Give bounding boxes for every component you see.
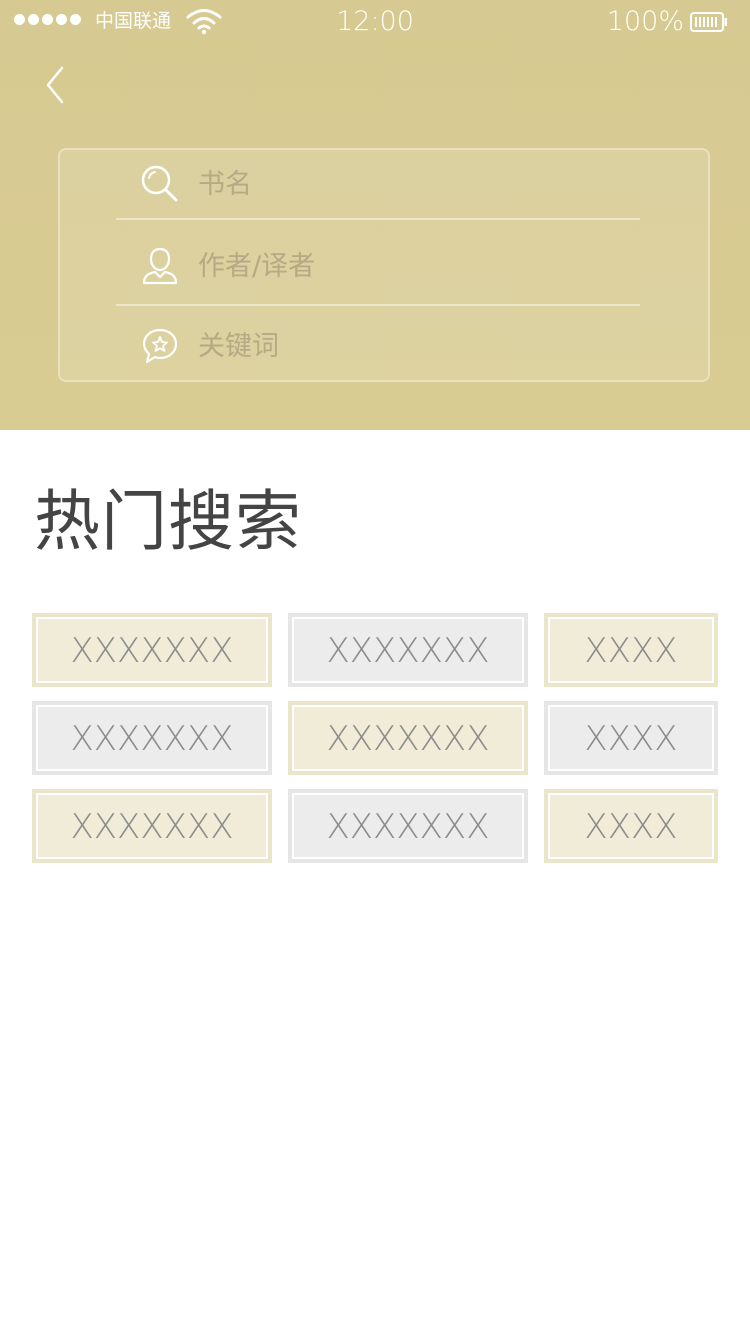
hot-search-tag[interactable]: XXXX bbox=[544, 701, 718, 775]
header: 中国联通 12:00 100% bbox=[0, 0, 750, 430]
search-form bbox=[58, 148, 710, 382]
keyword-search-row[interactable] bbox=[116, 306, 640, 386]
tag-label: XXXXXXX bbox=[70, 719, 234, 759]
hot-search-tag[interactable]: XXXX bbox=[544, 613, 718, 687]
hot-search-tag[interactable]: XXXXXXX bbox=[288, 701, 528, 775]
tag-label: XXXX bbox=[584, 807, 678, 847]
tag-label: XXXXXXX bbox=[326, 631, 490, 671]
battery-percentage: 100% bbox=[606, 6, 684, 37]
chat-star-icon bbox=[138, 324, 182, 368]
hot-search-tag[interactable]: XXXXXXX bbox=[288, 789, 528, 863]
title-search-row[interactable] bbox=[116, 144, 640, 224]
hot-search-tag[interactable]: XXXXXXX bbox=[32, 701, 272, 775]
person-icon bbox=[138, 244, 182, 288]
hot-search-tag[interactable]: XXXXXXX bbox=[32, 613, 272, 687]
tag-label: XXXXXXX bbox=[70, 807, 234, 847]
book-title-input[interactable] bbox=[198, 168, 640, 200]
field-divider bbox=[116, 218, 640, 220]
chevron-left-icon[interactable] bbox=[40, 64, 70, 106]
keyword-input[interactable] bbox=[198, 330, 640, 362]
hot-search-tag[interactable]: XXXX bbox=[544, 789, 718, 863]
tag-label: XXXXXXX bbox=[326, 807, 490, 847]
hot-search-tag[interactable]: XXXXXXX bbox=[32, 789, 272, 863]
author-search-row[interactable] bbox=[116, 226, 640, 306]
battery-icon bbox=[690, 12, 727, 32]
author-translator-input[interactable] bbox=[198, 250, 640, 282]
tag-label: XXXXXXX bbox=[70, 631, 234, 671]
hot-search-tag[interactable]: XXXXXXX bbox=[288, 613, 528, 687]
tag-label: XXXX bbox=[584, 719, 678, 759]
search-icon bbox=[138, 162, 182, 206]
tag-label: XXXXXXX bbox=[326, 719, 490, 759]
status-bar: 中国联通 12:00 100% bbox=[0, 0, 750, 44]
tag-label: XXXX bbox=[584, 631, 678, 671]
hot-search-title: 热门搜索 bbox=[34, 483, 302, 560]
